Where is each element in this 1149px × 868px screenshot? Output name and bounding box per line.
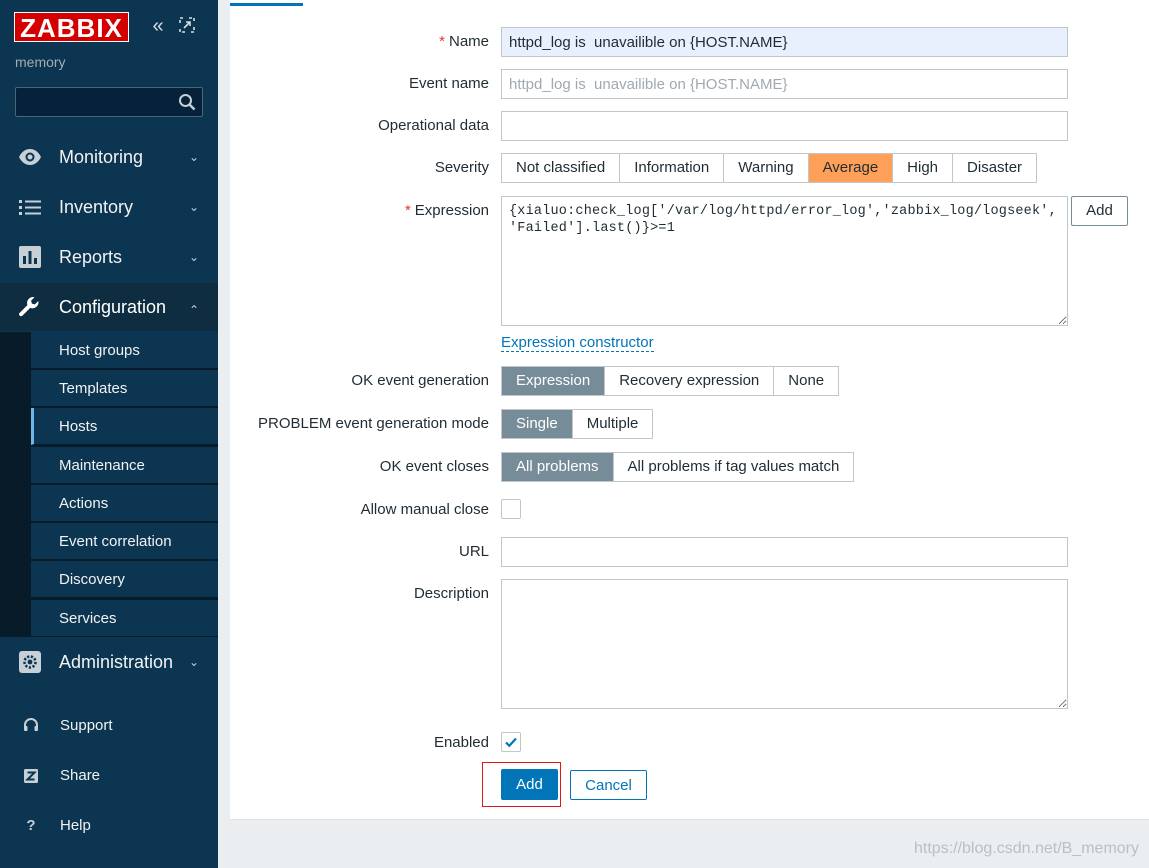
name-label: * Name xyxy=(439,33,489,50)
menu-configuration-label: Configuration xyxy=(59,296,167,317)
event-name-label: Event name xyxy=(408,75,489,92)
collapse-sidebar-icon[interactable]: « xyxy=(147,16,169,38)
expression-constructor-link[interactable]: Expression constructor xyxy=(501,334,654,352)
trigger-form: *Name Event name Operational data Severi… xyxy=(230,0,1149,820)
submenu-discovery[interactable]: Discovery xyxy=(31,561,218,598)
share-link[interactable]: Share xyxy=(0,757,218,797)
required-asterisk: * xyxy=(404,202,411,219)
submenu-maintenance[interactable]: Maintenance xyxy=(31,447,218,484)
gear-icon xyxy=(19,651,41,673)
severity-disaster[interactable]: Disaster xyxy=(953,154,1036,182)
menu-administration[interactable]: Administration ⌄ xyxy=(0,638,218,686)
watermark: https://blog.csdn.net/B_memory xyxy=(914,840,1139,857)
server-name: memory xyxy=(15,54,66,70)
wrench-icon xyxy=(19,297,39,317)
add-button[interactable]: Add xyxy=(501,769,558,800)
share-z-icon xyxy=(24,769,38,783)
severity-warning[interactable]: Warning xyxy=(724,154,809,182)
support-link[interactable]: Support xyxy=(0,707,218,747)
event-name-input[interactable] xyxy=(501,69,1068,99)
submenu-templates[interactable]: Templates xyxy=(31,370,218,407)
ok-closes-all-problems[interactable]: All problems xyxy=(502,453,614,481)
sidebar: ZABBIX « memory Monitoring ⌄ Inventory ⌄ xyxy=(0,0,218,868)
checkmark-icon xyxy=(505,737,517,748)
ok-event-generation-label: OK event generation xyxy=(351,372,489,389)
menu-inventory-label: Inventory xyxy=(59,196,134,217)
expression-textarea[interactable]: {xialuo:check_log['/var/log/httpd/error_… xyxy=(501,196,1068,326)
allow-manual-close-checkbox[interactable] xyxy=(501,499,521,519)
active-tab-indicator xyxy=(230,0,303,6)
problem-mode-multiple[interactable]: Multiple xyxy=(573,410,653,438)
menu-administration-label: Administration xyxy=(59,651,174,672)
chevron-down-icon: ⌄ xyxy=(189,250,200,264)
chevron-down-icon: ⌄ xyxy=(189,150,200,164)
menu-configuration[interactable]: Configuration ⌃ xyxy=(0,283,218,331)
severity-high[interactable]: High xyxy=(893,154,954,182)
menu-reports-label: Reports xyxy=(59,246,123,267)
submenu-hosts[interactable]: Hosts xyxy=(31,408,218,445)
ok-gen-none[interactable]: None xyxy=(774,367,838,395)
chevron-up-icon: ⌃ xyxy=(189,303,200,317)
expression-add-button[interactable]: Add xyxy=(1071,196,1128,226)
enabled-checkbox[interactable] xyxy=(501,732,521,752)
severity-label: Severity xyxy=(434,159,489,176)
problem-mode-label: PROBLEM event generation mode xyxy=(258,415,489,432)
help-label: Help xyxy=(60,817,91,834)
ok-gen-recovery-expression[interactable]: Recovery expression xyxy=(605,367,775,395)
description-textarea[interactable] xyxy=(501,579,1068,709)
chevron-down-icon: ⌄ xyxy=(189,655,200,669)
menu-inventory[interactable]: Inventory ⌄ xyxy=(0,183,218,231)
chevron-down-icon: ⌄ xyxy=(189,200,200,214)
name-input[interactable] xyxy=(501,27,1068,57)
ok-event-generation-selector: Expression Recovery expression None xyxy=(501,366,840,396)
url-input[interactable] xyxy=(501,537,1068,567)
description-label: Description xyxy=(413,585,489,602)
headset-icon xyxy=(24,718,38,731)
help-link[interactable]: ? Help xyxy=(0,807,218,847)
question-icon: ? xyxy=(26,817,36,834)
submenu-event-correlation[interactable]: Event correlation xyxy=(31,523,218,560)
problem-mode-selector: Single Multiple xyxy=(501,409,654,439)
submenu-host-groups[interactable]: Host groups xyxy=(31,332,218,369)
menu-monitoring-label: Monitoring xyxy=(59,146,144,167)
search-icon[interactable] xyxy=(178,93,196,111)
list-icon xyxy=(19,200,41,215)
severity-not-classified[interactable]: Not classified xyxy=(502,154,621,182)
required-asterisk: * xyxy=(439,33,445,50)
enabled-label: Enabled xyxy=(433,734,489,751)
menu-monitoring[interactable]: Monitoring ⌄ xyxy=(0,133,218,181)
search-box xyxy=(15,87,203,117)
url-label: URL xyxy=(458,543,489,560)
bar-chart-icon xyxy=(19,246,41,268)
expression-label: * Expression xyxy=(404,202,489,219)
ok-gen-expression[interactable]: Expression xyxy=(502,367,606,395)
kiosk-mode-icon[interactable] xyxy=(178,16,198,36)
cancel-button[interactable]: Cancel xyxy=(570,770,647,800)
problem-mode-single[interactable]: Single xyxy=(502,410,573,438)
zabbix-logo[interactable]: ZABBIX xyxy=(14,12,129,43)
operational-data-label: Operational data xyxy=(378,117,489,134)
severity-information[interactable]: Information xyxy=(620,154,725,182)
ok-closes-tag-match[interactable]: All problems if tag values match xyxy=(614,453,854,481)
configuration-submenu: Host groups Templates Hosts Maintenance … xyxy=(0,332,218,637)
submenu-actions[interactable]: Actions xyxy=(31,485,218,522)
severity-selector: Not classified Information Warning Avera… xyxy=(501,153,1038,183)
operational-data-input[interactable] xyxy=(501,111,1068,141)
severity-average[interactable]: Average xyxy=(808,154,894,182)
support-label: Support xyxy=(60,717,113,734)
eye-icon xyxy=(19,149,41,165)
share-label: Share xyxy=(60,767,101,784)
allow-manual-close-label: Allow manual close xyxy=(360,501,489,518)
ok-event-closes-label: OK event closes xyxy=(379,458,489,475)
ok-event-closes-selector: All problems All problems if tag values … xyxy=(501,452,855,482)
search-input[interactable] xyxy=(16,88,171,116)
submenu-services[interactable]: Services xyxy=(31,600,218,637)
menu-reports[interactable]: Reports ⌄ xyxy=(0,233,218,281)
